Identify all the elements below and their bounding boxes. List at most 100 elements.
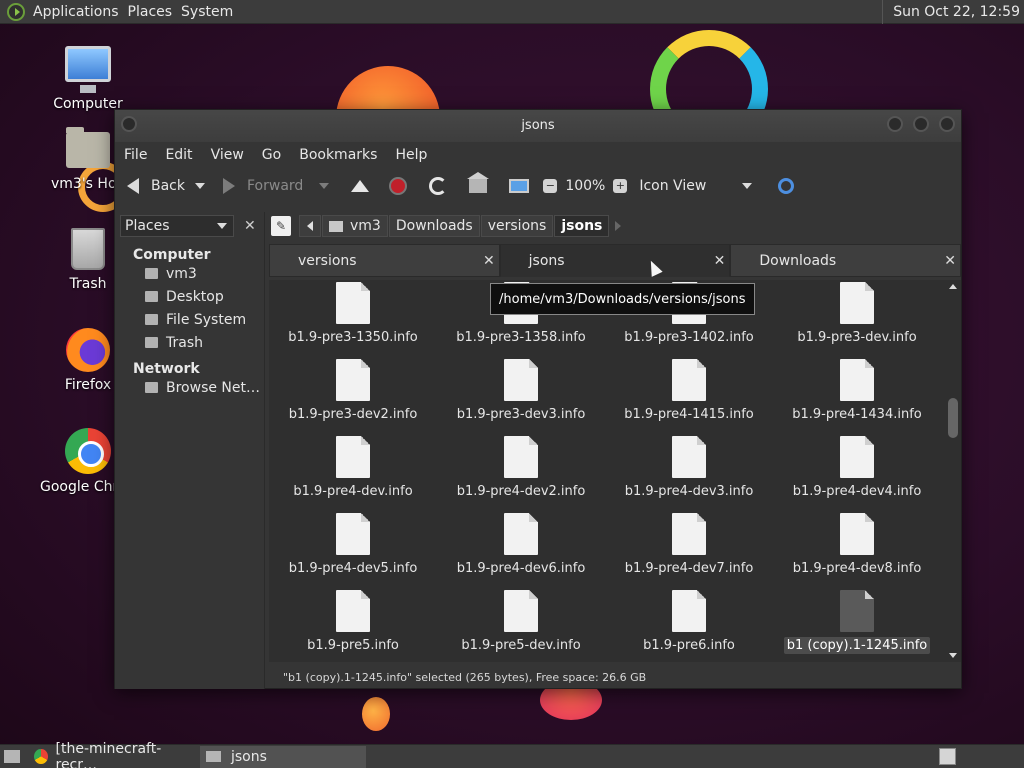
menu-view[interactable]: View <box>211 147 244 163</box>
menu-help[interactable]: Help <box>395 147 427 163</box>
menu-edit[interactable]: Edit <box>165 147 192 163</box>
forward-history-dropdown[interactable] <box>319 183 330 189</box>
close-button[interactable] <box>939 116 955 132</box>
window-titlebar[interactable]: jsons <box>115 110 961 142</box>
scroll-up-icon[interactable] <box>949 284 957 289</box>
breadcrumb-downloads[interactable]: Downloads <box>388 215 480 237</box>
breadcrumb-scroll-right[interactable] <box>615 221 622 231</box>
reload-icon[interactable] <box>429 177 448 195</box>
applications-logo-icon[interactable] <box>7 2 25 21</box>
document-icon <box>840 513 874 555</box>
folder-icon <box>206 751 221 762</box>
file-item[interactable]: b1.9-pre4-1415.info <box>605 359 773 436</box>
workspace-switcher[interactable] <box>939 748 956 765</box>
file-name: b1.9-pre4-dev3.info <box>624 484 754 499</box>
taskbar-item-browser[interactable]: [the-minecraft-recr… <box>28 741 194 768</box>
sidebar-header: Places ✕ <box>115 212 264 240</box>
sidebar-selector[interactable]: Places <box>120 215 234 237</box>
sidebar-item-trash[interactable]: Trash <box>115 331 264 354</box>
file-item[interactable]: b1.9-pre4-dev6.info <box>437 513 605 590</box>
sidebar-item-file-system[interactable]: File System <box>115 308 264 331</box>
vertical-scrollbar[interactable] <box>945 280 961 662</box>
view-mode-dropdown[interactable] <box>742 183 753 189</box>
sidebar-item-vm3[interactable]: vm3 <box>115 262 264 285</box>
location-bar: ✎ vm3 Downloads versions jsons <box>265 212 961 240</box>
back-history-dropdown[interactable] <box>195 183 205 189</box>
search-icon[interactable] <box>778 178 795 194</box>
sidebar-item-label: vm3 <box>166 265 197 282</box>
close-tab-icon[interactable]: ✕ <box>714 253 726 269</box>
file-view: b1.9-pre3-1350.info b1.9-pre3-1358.info b1… <box>269 280 945 662</box>
sidebar-close-icon[interactable]: ✕ <box>244 218 256 234</box>
menubar: File Edit View Go Bookmarks Help <box>115 142 961 168</box>
toolbar: Back Forward − 100% + Icon View <box>115 168 961 204</box>
up-arrow-icon[interactable] <box>351 180 370 192</box>
breadcrumb-jsons[interactable]: jsons <box>554 215 610 237</box>
file-name: b1.9-pre4-1434.info <box>792 407 922 422</box>
sidebar-item-label: Browse Net… <box>166 379 261 396</box>
breadcrumb-label: vm3 <box>350 218 381 234</box>
close-tab-icon[interactable]: ✕ <box>483 253 495 269</box>
tab-downloads[interactable]: Downloads ✕ <box>730 244 962 277</box>
menu-places[interactable]: Places <box>128 4 182 20</box>
minimize-button[interactable] <box>887 116 903 132</box>
breadcrumb-vm3[interactable]: vm3 <box>322 215 388 237</box>
file-item[interactable]: b1.9-pre6.info <box>605 590 773 662</box>
file-item[interactable]: b1.9-pre3-dev3.info <box>437 359 605 436</box>
file-item[interactable]: b1.9-pre5-dev.info <box>437 590 605 662</box>
close-tab-icon[interactable]: ✕ <box>944 253 956 269</box>
menu-system[interactable]: System <box>181 4 242 20</box>
breadcrumb-versions[interactable]: versions <box>480 215 554 237</box>
stop-icon[interactable] <box>389 177 408 195</box>
clock[interactable]: Sun Oct 22, 12:59 <box>882 0 1020 24</box>
document-icon <box>336 513 370 555</box>
file-item[interactable]: b1 (copy).1-1245.info <box>773 590 941 662</box>
menu-applications[interactable]: Applications <box>33 4 128 20</box>
taskbar-item-jsons[interactable]: jsons <box>200 745 366 768</box>
menu-bookmarks[interactable]: Bookmarks <box>299 147 377 163</box>
sidebar-section-network: Network <box>133 361 200 377</box>
desktop-icon-computer[interactable]: Computer <box>38 46 138 112</box>
file-item[interactable]: b1.9-pre3-dev.info <box>773 282 941 359</box>
maximize-button[interactable] <box>913 116 929 132</box>
file-item[interactable]: b1.9-pre4-dev7.info <box>605 513 773 590</box>
show-desktop-icon[interactable] <box>4 750 20 763</box>
file-item[interactable]: b1.9-pre5.info <box>269 590 437 662</box>
computer-location-icon[interactable] <box>509 179 530 193</box>
file-name: b1.9-pre4-dev4.info <box>792 484 922 499</box>
tab-jsons[interactable]: jsons ✕ <box>499 244 731 277</box>
file-item[interactable]: b1.9-pre4-dev4.info <box>773 436 941 513</box>
file-item[interactable]: b1.9-pre4-1434.info <box>773 359 941 436</box>
scrollbar-thumb[interactable] <box>948 398 958 438</box>
tab-versions[interactable]: versions ✕ <box>269 244 500 277</box>
file-item[interactable]: b1.9-pre4-dev8.info <box>773 513 941 590</box>
menu-go[interactable]: Go <box>262 147 281 163</box>
file-name: b1.9-pre5.info <box>307 638 399 653</box>
file-item[interactable]: b1.9-pre3-1350.info <box>269 282 437 359</box>
file-item[interactable]: b1.9-pre4-dev5.info <box>269 513 437 590</box>
view-mode-select[interactable]: Icon View <box>639 171 706 201</box>
back-button[interactable]: Back <box>123 171 185 201</box>
zoom-in-icon[interactable]: + <box>613 179 628 193</box>
home-icon[interactable] <box>467 172 490 193</box>
document-icon <box>672 590 706 632</box>
forward-button[interactable]: Forward <box>223 171 303 201</box>
back-arrow-icon <box>127 178 139 194</box>
file-item[interactable]: b1.9-pre4-dev3.info <box>605 436 773 513</box>
sidebar-item-desktop[interactable]: Desktop <box>115 285 264 308</box>
file-item[interactable]: b1.9-pre4-dev2.info <box>437 436 605 513</box>
zoom-out-icon[interactable]: − <box>543 179 558 193</box>
file-manager-window: jsons File Edit View Go Bookmarks Help B… <box>114 109 962 689</box>
menu-file[interactable]: File <box>124 147 147 163</box>
sidebar-item-browse-network[interactable]: Browse Net… <box>115 376 264 399</box>
home-folder-icon <box>66 127 110 168</box>
file-name: b1.9-pre4-dev6.info <box>456 561 586 576</box>
file-grid: b1.9-pre3-1350.info b1.9-pre3-1358.info b1… <box>269 280 945 662</box>
sidebar-item-label: File System <box>166 311 247 328</box>
scroll-down-icon[interactable] <box>949 653 957 658</box>
breadcrumb-scroll-left[interactable] <box>299 215 321 237</box>
file-item[interactable]: b1.9-pre3-dev2.info <box>269 359 437 436</box>
file-item[interactable]: b1.9-pre4-dev.info <box>269 436 437 513</box>
edit-location-icon[interactable]: ✎ <box>271 216 291 236</box>
document-icon <box>672 359 706 401</box>
